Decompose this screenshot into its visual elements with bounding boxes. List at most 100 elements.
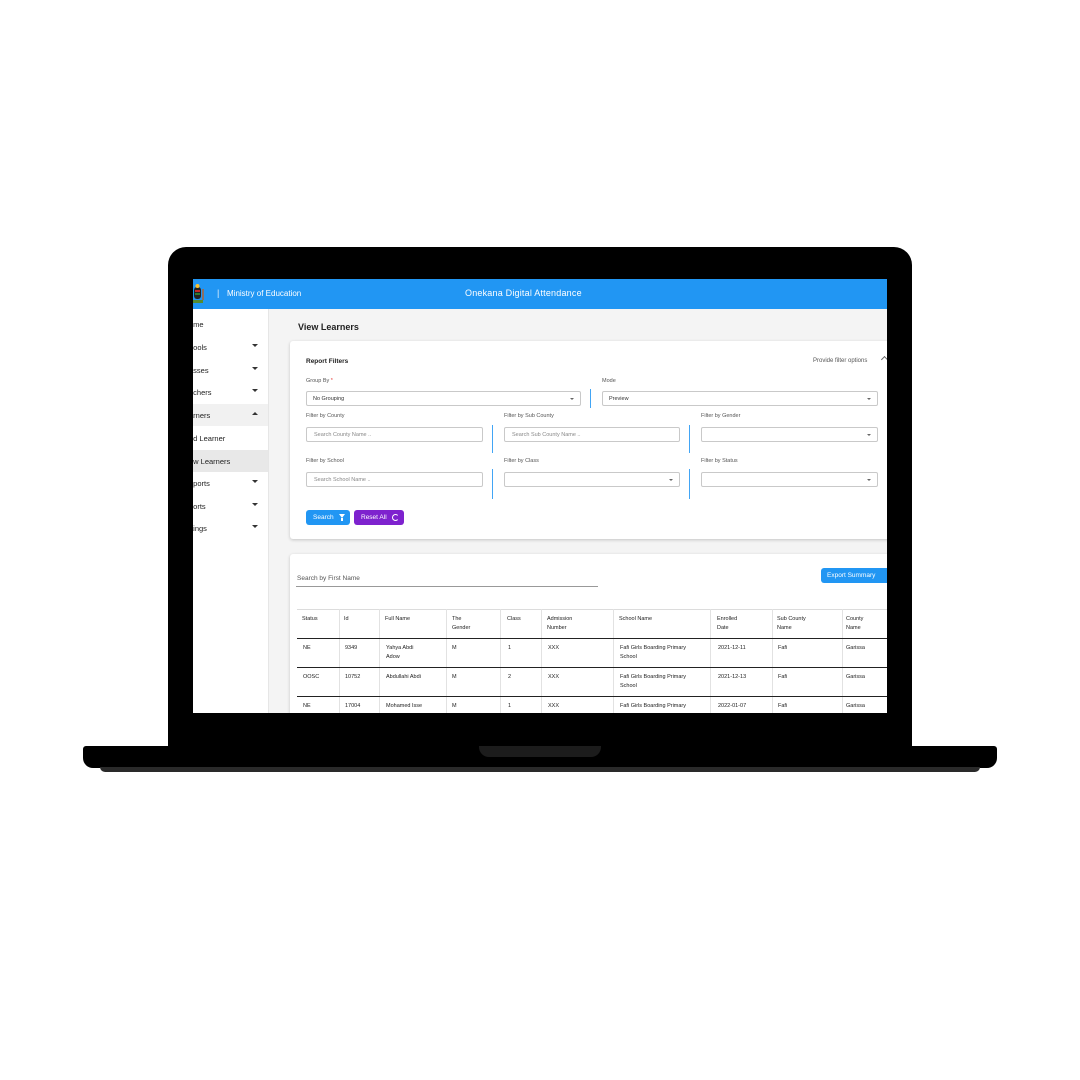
- cell-class: 2: [508, 674, 512, 680]
- caret-down-icon: [252, 480, 258, 483]
- export-button-label: Export Summary: [827, 572, 876, 579]
- chevron-down-icon: [669, 479, 673, 481]
- export-summary-button[interactable]: Export Summary: [821, 568, 887, 583]
- column-header-gender[interactable]: The Gender: [452, 615, 470, 633]
- column-header-county-name[interactable]: County Name: [846, 615, 863, 633]
- column-header-admission-number[interactable]: Admission Number: [547, 615, 572, 633]
- county-placeholder: Search County Name ..: [314, 432, 372, 438]
- sidebar-item-reports[interactable]: eports: [193, 472, 268, 494]
- column-separator: [500, 609, 501, 713]
- column-header-line1: The: [452, 616, 462, 622]
- laptop-base-shadow: [100, 767, 980, 772]
- sidebar-item-label: ew Learners: [193, 457, 231, 466]
- column-header-id[interactable]: Id: [344, 615, 349, 624]
- subcounty-placeholder: Search Sub County Name ..: [512, 432, 581, 438]
- column-header-line1: County: [846, 616, 864, 622]
- class-select[interactable]: [504, 472, 680, 487]
- cell-enrolled: 2021-12-13: [718, 674, 747, 680]
- app-screen: | Ministry of Education Onekana Digital …: [193, 279, 887, 713]
- page-title: View Learners: [298, 322, 359, 332]
- column-header-school-name[interactable]: School Name: [619, 615, 652, 624]
- chevron-down-icon: [867, 434, 871, 436]
- column-header-sub-county-name[interactable]: Sub County Name: [777, 615, 806, 633]
- sidebar-item-label: hools: [193, 343, 207, 352]
- column-header-line2: Id: [344, 616, 349, 622]
- column-header-line1: Sub County: [777, 616, 806, 622]
- chevron-down-icon: [570, 398, 574, 400]
- status-select[interactable]: [701, 472, 878, 487]
- report-filters-card: Report Filters Provide filter options Gr…: [290, 341, 887, 539]
- cell-full-name-line2: Adow: [386, 654, 400, 660]
- column-separator: [379, 609, 380, 713]
- cell-id: 9349: [345, 645, 358, 651]
- app-title: Onekana Digital Attendance: [465, 288, 582, 298]
- coat-of-arms-logo: [193, 284, 204, 303]
- cell-gender: M: [452, 703, 457, 709]
- column-separator: [613, 609, 614, 713]
- first-name-search-input[interactable]: Search by First Name: [296, 573, 598, 587]
- cell-admission: XXX: [548, 703, 560, 709]
- chevron-down-icon: [867, 479, 871, 481]
- column-separator: [842, 609, 843, 713]
- sidebar-item-home[interactable]: ome: [193, 313, 268, 335]
- filters-title: Report Filters: [306, 358, 349, 365]
- sidebar-subitem-add-learner[interactable]: dd Learner: [193, 427, 268, 449]
- search-button[interactable]: Search: [306, 510, 350, 525]
- cell-school-line2: School: [620, 654, 637, 660]
- cell-school: Fafi Girls Boarding Primary: [620, 703, 687, 709]
- group-by-value: No Grouping: [313, 396, 345, 402]
- group-by-select[interactable]: No Grouping: [306, 391, 581, 406]
- county-search-input[interactable]: Search County Name ..: [306, 427, 483, 442]
- subcounty-search-input[interactable]: Search Sub County Name ..: [504, 427, 680, 442]
- reset-all-button[interactable]: Reset All: [354, 510, 404, 525]
- table-top-border: [297, 609, 887, 610]
- column-header-full-name[interactable]: Full Name: [385, 615, 410, 624]
- column-header-class[interactable]: Class: [507, 615, 521, 624]
- column-header-line1: Admission: [547, 616, 573, 622]
- caret-down-icon: [252, 503, 258, 506]
- sidebar-item-label: ome: [193, 320, 204, 329]
- column-header-line2: Date: [717, 625, 729, 631]
- column-header-status[interactable]: Status: [302, 615, 318, 624]
- gender-select[interactable]: [701, 427, 878, 442]
- column-divider: [689, 469, 690, 499]
- column-separator: [541, 609, 542, 713]
- sidebar-item-reports-2[interactable]: ports: [193, 495, 268, 517]
- sidebar-item-teachers[interactable]: achers: [193, 381, 268, 403]
- column-separator: [446, 609, 447, 713]
- column-header-line2: Class: [507, 616, 521, 622]
- column-header-enrolled-date[interactable]: Enrolled Date: [717, 615, 737, 633]
- sidebar-item-learners[interactable]: arners: [193, 404, 268, 426]
- cell-subcounty: Fafi: [778, 703, 788, 709]
- mode-label: Mode: [602, 378, 616, 384]
- ministry-label[interactable]: Ministry of Education: [227, 289, 301, 298]
- search-button-label: Search: [313, 514, 334, 521]
- sidebar-subitem-view-learners[interactable]: ew Learners: [193, 450, 268, 472]
- sidebar-item-settings[interactable]: ttings: [193, 517, 268, 539]
- sidebar-item-label: ports: [193, 502, 206, 511]
- top-bar: | Ministry of Education Onekana Digital …: [193, 279, 887, 309]
- column-divider: [492, 425, 493, 453]
- sidebar-item-schools[interactable]: hools: [193, 336, 268, 358]
- cell-class: 1: [508, 703, 512, 709]
- column-header-line2: Full Name: [385, 616, 411, 622]
- filter-options-toggle[interactable]: Provide filter options: [813, 358, 867, 364]
- column-header-line2: Gender: [452, 625, 471, 631]
- school-filter-label: Filter by School: [306, 458, 344, 464]
- county-filter-label: Filter by County: [306, 413, 345, 419]
- caret-down-icon: [252, 525, 258, 528]
- cell-id: 17004: [345, 703, 361, 709]
- sidebar-item-label: asses: [193, 366, 209, 375]
- sidebar-item-classes[interactable]: asses: [193, 359, 268, 381]
- cell-school: Fafi Girls Boarding Primary: [620, 645, 687, 651]
- school-search-input[interactable]: Search School Name ..: [306, 472, 483, 487]
- laptop-notch: [479, 746, 601, 757]
- column-header-line2: Status: [302, 616, 318, 622]
- caret-down-icon: [252, 367, 258, 370]
- caret-up-icon: [252, 412, 258, 415]
- mode-select[interactable]: Preview: [602, 391, 878, 406]
- cell-status: NE: [303, 703, 311, 709]
- column-header-line1: Enrolled: [717, 616, 738, 622]
- chevron-up-icon[interactable]: [880, 355, 887, 364]
- status-filter-label: Filter by Status: [701, 458, 738, 464]
